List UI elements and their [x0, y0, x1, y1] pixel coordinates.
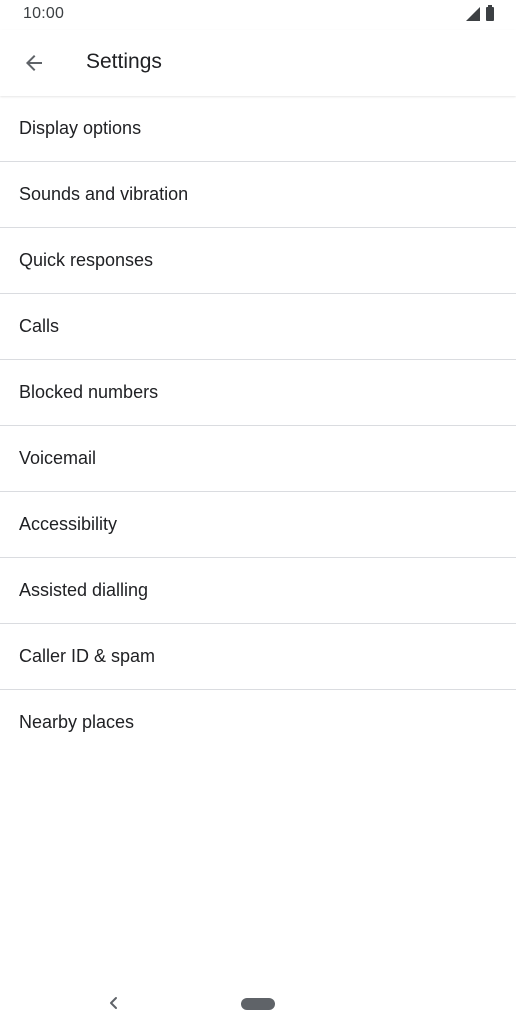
nav-back-button[interactable] — [101, 990, 127, 1016]
settings-item-assisted-dialling[interactable]: Assisted dialling — [0, 558, 516, 624]
home-pill-icon[interactable] — [241, 998, 275, 1010]
settings-item-sounds-and-vibration[interactable]: Sounds and vibration — [0, 162, 516, 228]
navigation-bar — [0, 976, 516, 1032]
settings-item-voicemail[interactable]: Voicemail — [0, 426, 516, 492]
nav-back-icon — [110, 997, 117, 1009]
settings-item-blocked-numbers[interactable]: Blocked numbers — [0, 360, 516, 426]
status-bar: 10:00 — [0, 0, 516, 30]
settings-item-display-options[interactable]: Display options — [0, 96, 516, 162]
settings-item-caller-id-spam[interactable]: Caller ID & spam — [0, 624, 516, 690]
page-title: Settings — [86, 50, 162, 73]
status-time: 10:00 — [23, 5, 65, 22]
settings-item-calls[interactable]: Calls — [0, 294, 516, 360]
status-icons — [466, 5, 494, 21]
signal-icon — [466, 7, 480, 21]
settings-list: Display options Sounds and vibration Qui… — [0, 96, 516, 755]
settings-item-accessibility[interactable]: Accessibility — [0, 492, 516, 558]
app-bar: Settings — [0, 30, 516, 96]
arrow-back-icon — [26, 55, 42, 71]
back-button[interactable] — [12, 41, 56, 85]
settings-item-nearby-places[interactable]: Nearby places — [0, 690, 516, 755]
settings-item-quick-responses[interactable]: Quick responses — [0, 228, 516, 294]
battery-icon — [486, 5, 494, 21]
